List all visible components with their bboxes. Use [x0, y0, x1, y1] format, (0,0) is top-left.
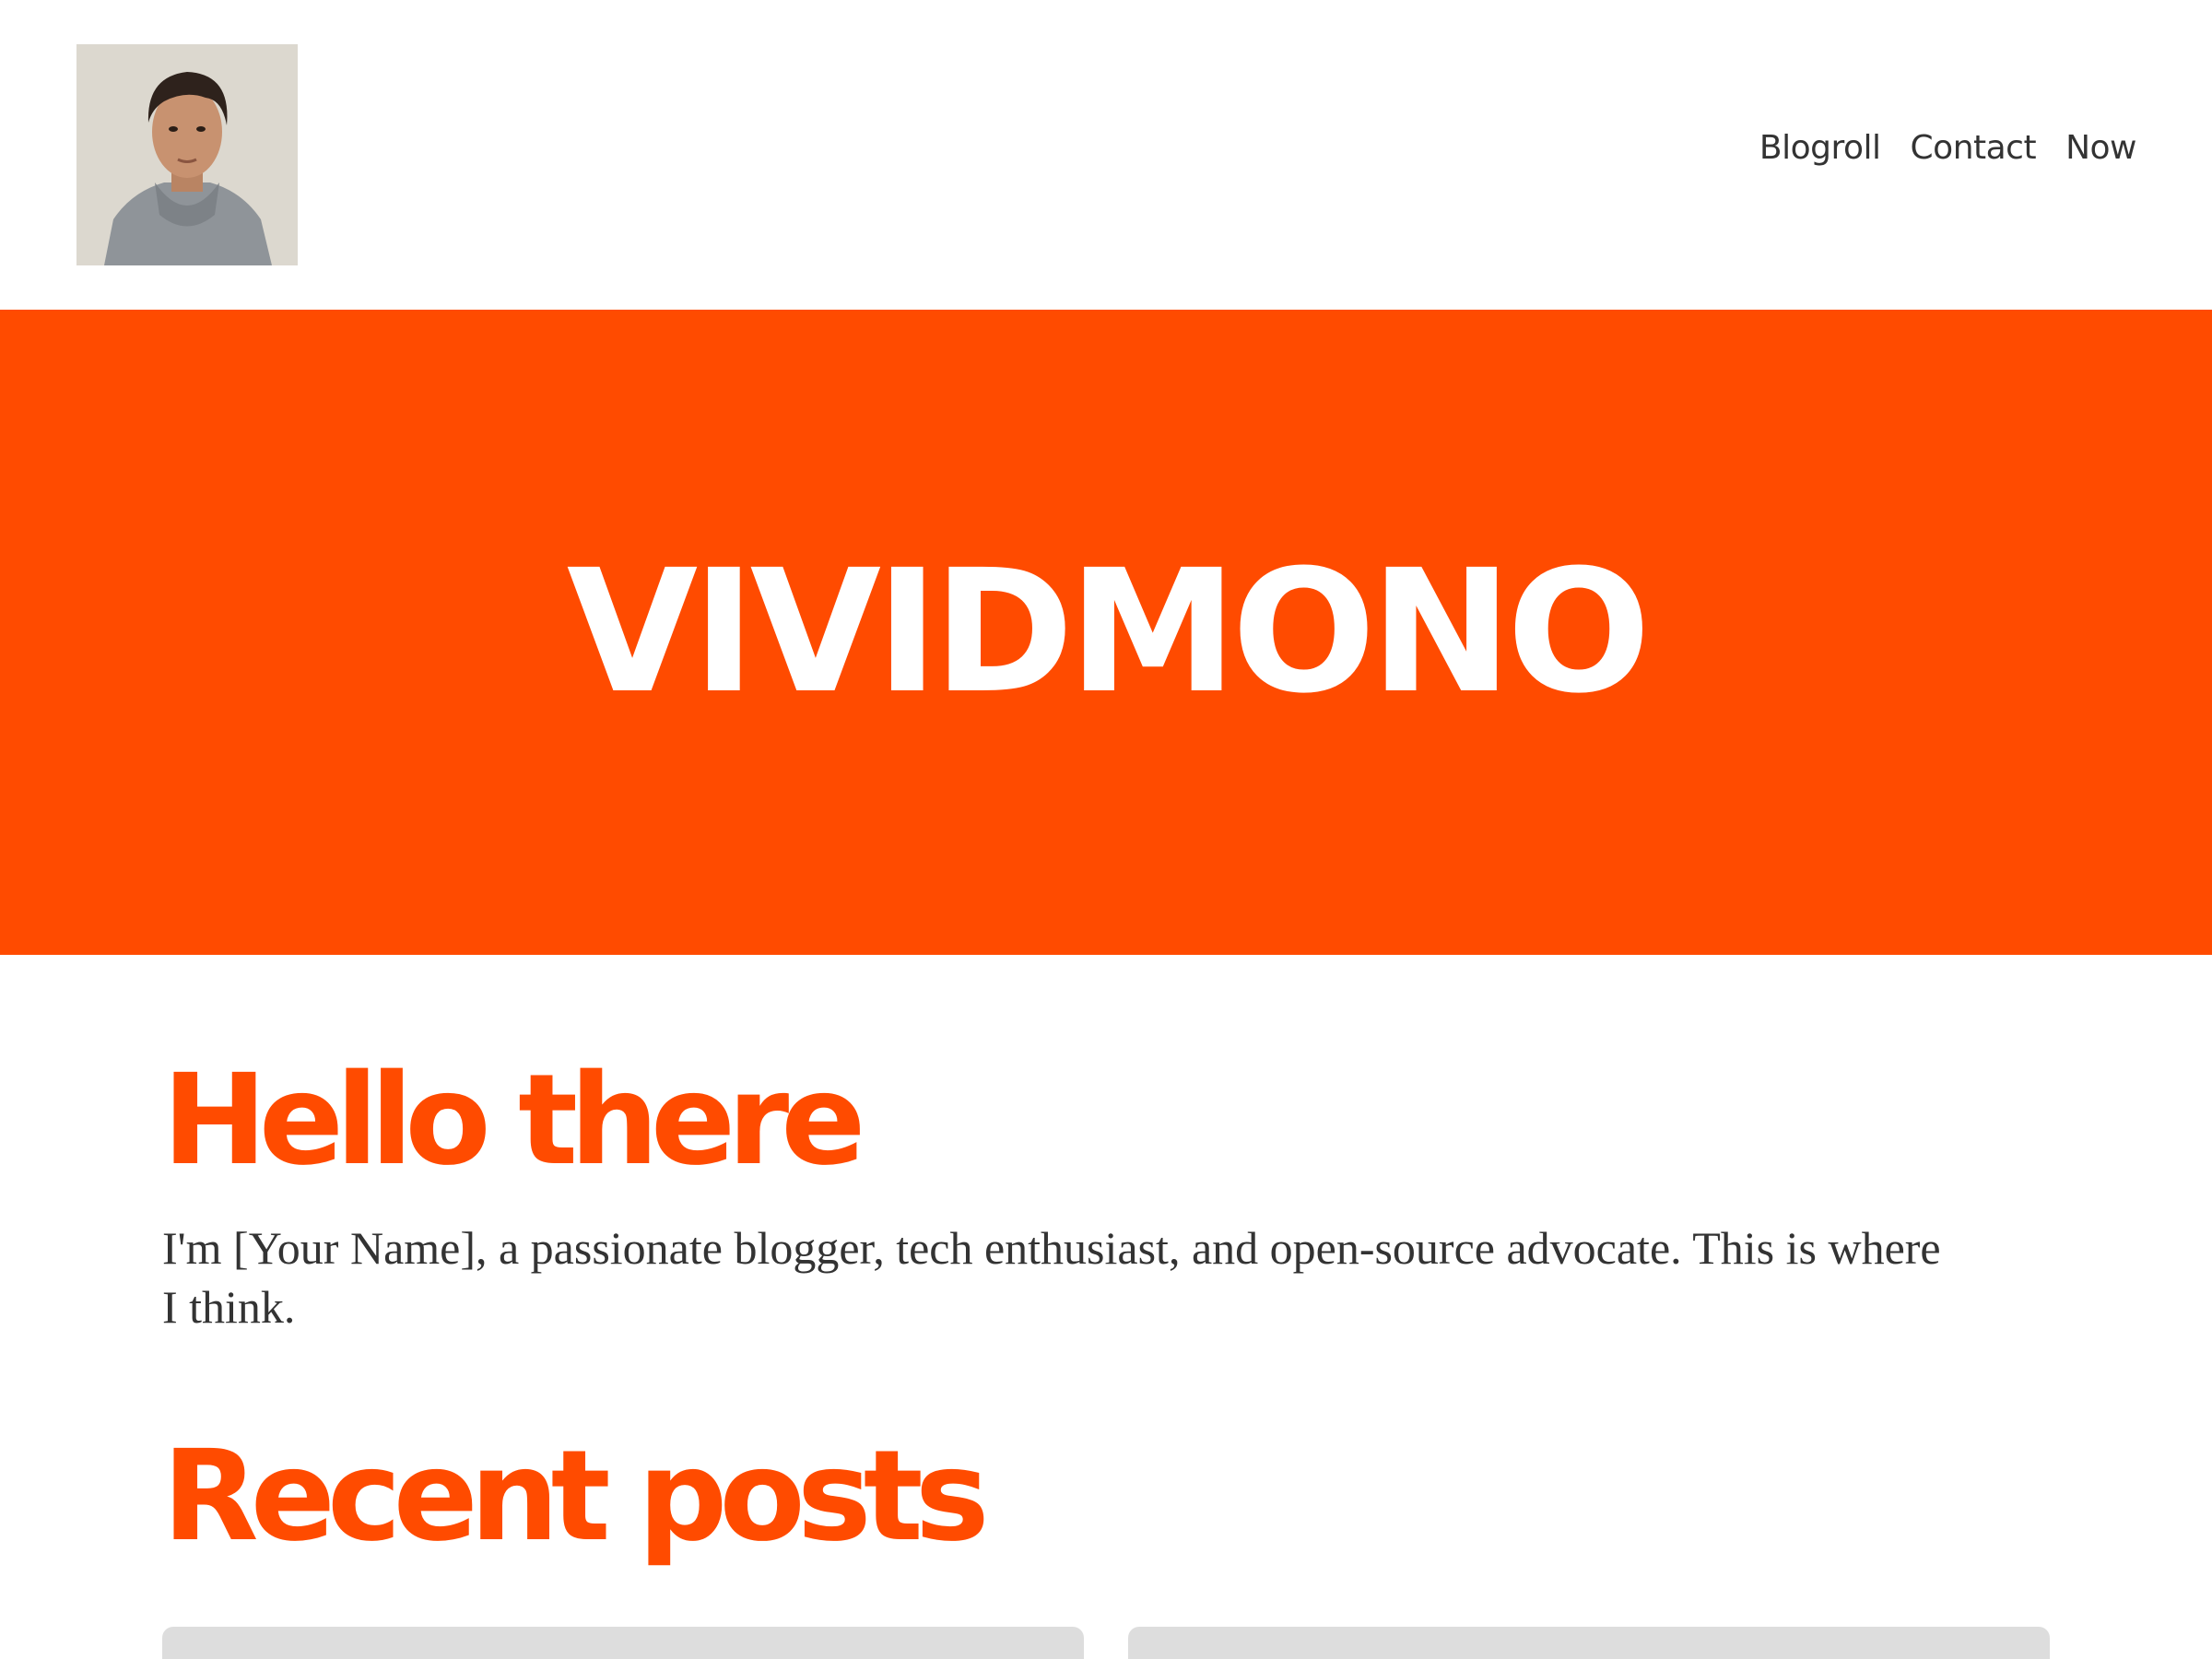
nav-link-now[interactable]: Now: [2065, 129, 2136, 167]
recent-posts-heading: Recent posts: [162, 1424, 990, 1570]
main-nav: Blogroll Contact Now: [1759, 129, 2137, 167]
site-header: Blogroll Contact Now: [0, 0, 2212, 310]
site-title[interactable]: VIVIDMONO: [567, 547, 1651, 717]
profile-photo-icon: [76, 44, 298, 265]
intro-heading: Hello there: [162, 1048, 865, 1194]
nav-link-blogroll[interactable]: Blogroll: [1759, 129, 1881, 167]
avatar[interactable]: [76, 44, 298, 265]
hero-banner: VIVIDMONO: [0, 310, 2212, 955]
post-card[interactable]: [162, 1627, 1084, 1659]
post-card[interactable]: [1128, 1627, 2050, 1659]
intro-text: I'm [Your Name], a passionate blogger, t…: [162, 1222, 1941, 1333]
nav-link-contact[interactable]: Contact: [1911, 129, 2037, 167]
